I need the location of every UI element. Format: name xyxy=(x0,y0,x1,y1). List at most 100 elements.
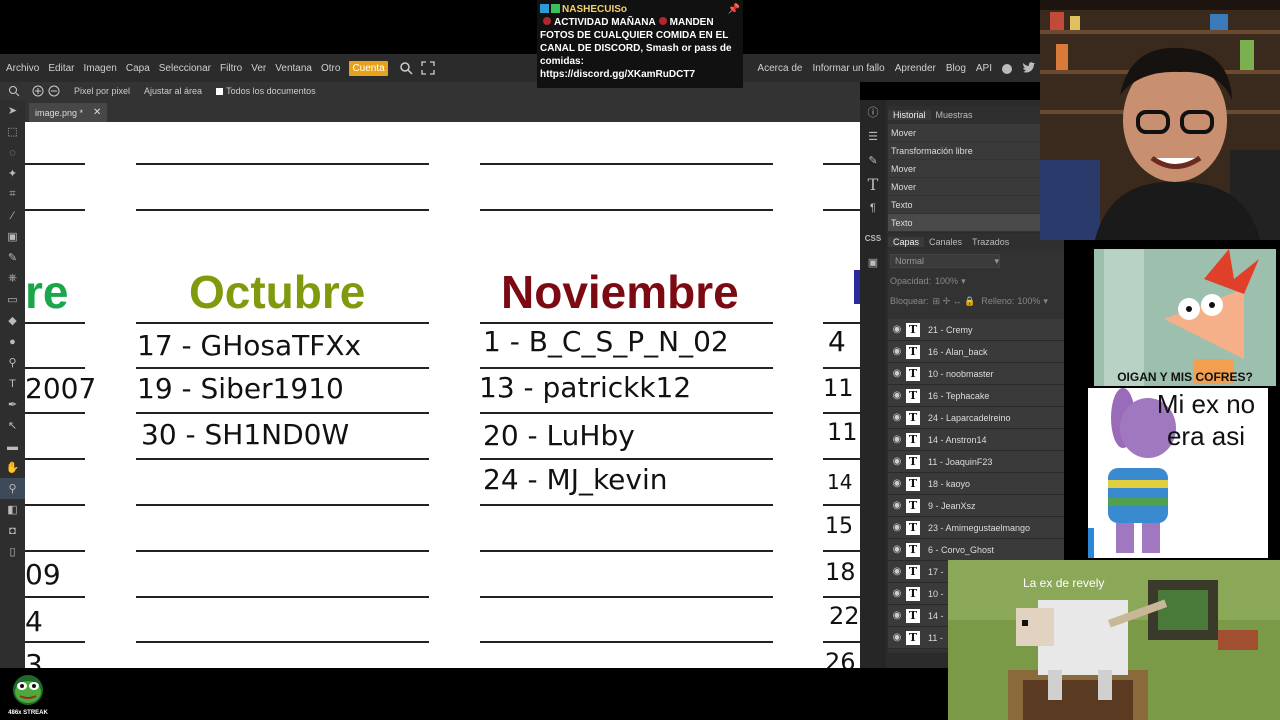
eye-icon[interactable]: ◉ xyxy=(888,456,906,467)
tab-trazados[interactable]: Trazados xyxy=(967,237,1014,247)
menu-editar[interactable]: Editar xyxy=(48,63,74,74)
opacity-value[interactable]: 100% xyxy=(935,276,958,286)
history-item[interactable]: Mover xyxy=(888,178,1040,196)
layer-row[interactable]: ◉ T 18 - kaoyo xyxy=(888,473,1064,495)
eye-icon[interactable]: ◉ xyxy=(888,346,906,357)
layer-row[interactable]: ◉ T 11 - JoaquinF23 xyxy=(888,451,1064,473)
layer-row[interactable]: ◉ T 24 - Laparcadelreino xyxy=(888,407,1064,429)
layer-row[interactable]: ◉ T 16 - Alan_back xyxy=(888,341,1064,363)
document-canvas[interactable]: re 2007 09 4 3 Octubre 17 - GHosaTFXx 19… xyxy=(25,122,860,668)
blend-mode-select[interactable]: Normal ▾ xyxy=(890,254,1000,268)
close-icon[interactable]: ✕ xyxy=(93,107,101,118)
eye-icon[interactable]: ◉ xyxy=(888,412,906,423)
search-icon[interactable] xyxy=(399,61,413,75)
fullscreen-icon[interactable] xyxy=(421,61,435,75)
eye-icon[interactable]: ◉ xyxy=(888,390,906,401)
zoom-out-icon[interactable] xyxy=(48,85,60,97)
eye-icon[interactable]: ◉ xyxy=(888,478,906,489)
eye-icon[interactable]: ◉ xyxy=(888,522,906,533)
menu-seleccionar[interactable]: Seleccionar xyxy=(159,63,211,74)
move-tool-icon[interactable]: ➤ xyxy=(0,100,25,121)
brush-panel-icon[interactable]: ✎ xyxy=(860,148,886,172)
layer-row[interactable]: ◉ T 9 - JeanXsz xyxy=(888,495,1064,517)
layer-row[interactable]: ◉ T 23 - Amimegustaelmango xyxy=(888,517,1064,539)
layer-row[interactable]: ◉ T 16 - Tephacake xyxy=(888,385,1064,407)
quickmask-tool-icon[interactable]: ◘ xyxy=(0,520,25,541)
fill-value[interactable]: 100% xyxy=(1017,296,1040,306)
eye-icon[interactable]: ◉ xyxy=(888,434,906,445)
layer-row[interactable]: ◉ T 21 - Cremy xyxy=(888,319,1064,341)
tab-muestras[interactable]: Muestras xyxy=(931,110,978,120)
menu-otro[interactable]: Otro xyxy=(321,63,340,74)
layer-row[interactable]: ◉ T 10 - noobmaster xyxy=(888,363,1064,385)
layer-row[interactable]: ◉ T 14 - Anstron14 xyxy=(888,429,1064,451)
type-tool-icon[interactable]: T xyxy=(0,373,25,394)
tab-canales[interactable]: Canales xyxy=(924,237,967,247)
partial-left-value: 09 xyxy=(25,558,61,591)
eye-icon[interactable]: ◉ xyxy=(888,544,906,555)
shape-tool-icon[interactable]: ▬ xyxy=(0,436,25,457)
tab-image-png[interactable]: image.png * ✕ xyxy=(29,103,108,122)
partial-left-value: 4 xyxy=(25,605,43,638)
menu-ver[interactable]: Ver xyxy=(251,63,266,74)
link-fallo[interactable]: Informar un fallo xyxy=(812,63,884,74)
lock-icons[interactable]: ⊞ ✢ ↔ 🔒 xyxy=(933,296,976,307)
css-icon[interactable]: CSS xyxy=(860,226,886,250)
brush-tool-icon[interactable]: ✎ xyxy=(0,247,25,268)
link-aprender[interactable]: Aprender xyxy=(895,63,936,74)
eye-icon[interactable]: ◉ xyxy=(888,610,906,621)
pen-tool-icon[interactable]: ✒ xyxy=(0,394,25,415)
zoom-in-icon[interactable] xyxy=(32,85,44,97)
eraser-tool-icon[interactable]: ▭ xyxy=(0,289,25,310)
menu-ventana[interactable]: Ventana xyxy=(275,63,312,74)
eye-icon[interactable]: ◉ xyxy=(888,324,906,335)
history-item[interactable]: Mover xyxy=(888,160,1040,178)
eye-icon[interactable]: ◉ xyxy=(888,500,906,511)
menu-capa[interactable]: Capa xyxy=(126,63,150,74)
eye-icon[interactable]: ◉ xyxy=(888,566,906,577)
table-line xyxy=(25,596,85,598)
patch-tool-icon[interactable]: ▣ xyxy=(0,226,25,247)
layer-row[interactable]: ◉ T 6 - Corvo_Ghost xyxy=(888,539,1064,561)
image-panel-icon[interactable]: ▣ xyxy=(860,250,886,274)
pixel-button[interactable]: Pixel por pixel xyxy=(74,86,130,96)
twitter-icon[interactable] xyxy=(1022,61,1036,75)
info-icon[interactable]: ⓘ xyxy=(860,100,886,124)
menu-filtro[interactable]: Filtro xyxy=(220,63,242,74)
blur-tool-icon[interactable]: ● xyxy=(0,331,25,352)
zoom-tool-button-icon[interactable]: ⚲ xyxy=(0,478,25,499)
color-swatch-icon[interactable]: ◧ xyxy=(0,499,25,520)
clone-tool-icon[interactable]: ⎈ xyxy=(0,268,25,289)
fit-button[interactable]: Ajustar al área xyxy=(144,86,202,96)
tab-historial[interactable]: Historial xyxy=(888,110,931,120)
tab-capas[interactable]: Capas xyxy=(888,237,925,247)
history-item[interactable]: Texto xyxy=(888,196,1040,214)
eyedropper-tool-icon[interactable]: ⁄ xyxy=(0,205,25,226)
select-tool-icon[interactable]: ↖ xyxy=(0,415,25,436)
menu-cuenta[interactable]: Cuenta xyxy=(349,60,388,76)
marquee-tool-icon[interactable]: ⬚ xyxy=(0,121,25,142)
eye-icon[interactable]: ◉ xyxy=(888,632,906,643)
history-item[interactable]: Mover xyxy=(888,124,1040,142)
history-item[interactable]: Texto xyxy=(888,214,1040,232)
history-item[interactable]: Transformación libre xyxy=(888,142,1040,160)
dodge-tool-icon[interactable]: ⚲ xyxy=(0,352,25,373)
eye-icon[interactable]: ◉ xyxy=(888,368,906,379)
eye-icon[interactable]: ◉ xyxy=(888,588,906,599)
link-api[interactable]: API xyxy=(976,63,992,74)
reddit-icon[interactable] xyxy=(1000,61,1014,75)
paragraph-icon[interactable]: ¶ xyxy=(860,196,886,220)
link-acerca[interactable]: Acerca de xyxy=(757,63,802,74)
bucket-tool-icon[interactable]: ◆ xyxy=(0,310,25,331)
menu-imagen[interactable]: Imagen xyxy=(83,63,116,74)
wand-tool-icon[interactable]: ✦ xyxy=(0,163,25,184)
screen-mode-icon[interactable]: ▯ xyxy=(0,541,25,562)
character-icon[interactable]: T xyxy=(860,172,886,196)
menu-archivo[interactable]: Archivo xyxy=(6,63,39,74)
crop-tool-icon[interactable]: ⌗ xyxy=(0,184,25,205)
lasso-tool-icon[interactable]: ◌ xyxy=(0,142,25,163)
adjust-icon[interactable]: ☰ xyxy=(860,124,886,148)
link-blog[interactable]: Blog xyxy=(946,63,966,74)
all-docs-checkbox[interactable]: Todos los documentos xyxy=(216,86,316,96)
hand-tool-icon[interactable]: ✋ xyxy=(0,457,25,478)
